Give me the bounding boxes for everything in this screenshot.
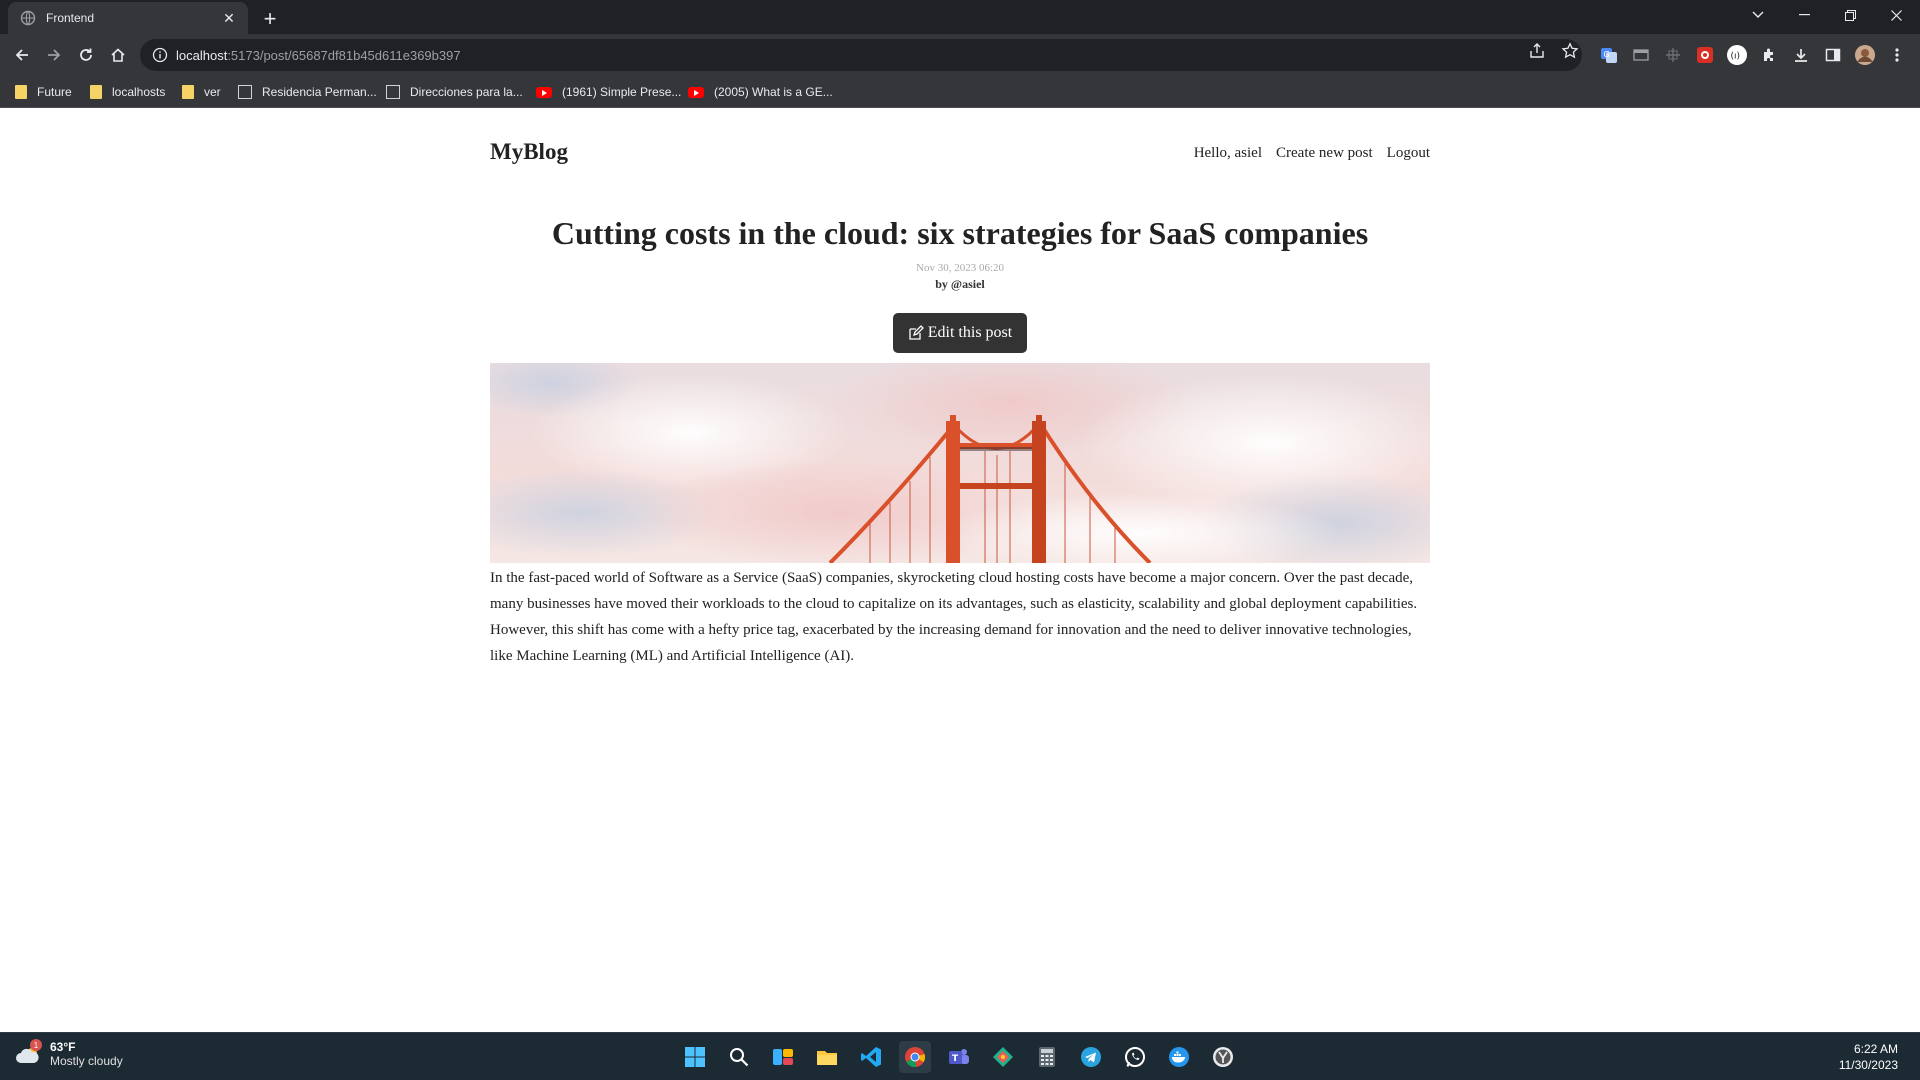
side-panel-icon[interactable] — [1822, 44, 1844, 66]
site-info-icon[interactable] — [152, 47, 168, 63]
tab-search-chevron-icon[interactable] — [1735, 0, 1781, 30]
download-icon[interactable] — [1790, 44, 1812, 66]
file-explorer-icon[interactable] — [811, 1041, 843, 1073]
clock-time: 6:22 AM — [1853, 1042, 1898, 1056]
bookmark-item[interactable]: localhosts — [90, 82, 165, 102]
site-logo[interactable]: MyBlog — [490, 139, 568, 165]
globe-icon — [20, 10, 36, 26]
chrome-icon[interactable] — [899, 1041, 931, 1073]
tab-title: Frontend — [46, 11, 95, 25]
browser-tab[interactable]: Frontend ✕ — [8, 2, 248, 34]
tab-close-icon[interactable]: ✕ — [220, 9, 238, 27]
forward-icon[interactable] — [40, 41, 68, 69]
post-cover-image — [490, 363, 1430, 563]
clock-date: 11/30/2023 — [1838, 1058, 1898, 1072]
nav-greeting: Hello, asiel — [1193, 145, 1263, 161]
weather-temp: 63°F — [50, 1040, 76, 1054]
home-icon[interactable] — [104, 41, 132, 69]
system-clock[interactable]: 6:22 AM 11/30/2023 — [1839, 1041, 1898, 1073]
post-date: Nov 30, 2023 06:20 — [916, 262, 1004, 274]
github-desktop-icon[interactable] — [1207, 1041, 1239, 1073]
docker-icon[interactable] — [1163, 1041, 1195, 1073]
post-title: Cutting costs in the cloud: six strategi… — [551, 215, 1369, 251]
radio-extension-icon[interactable]: (ı) — [1726, 44, 1748, 66]
search-icon[interactable] — [723, 1041, 755, 1073]
reload-icon[interactable] — [72, 41, 100, 69]
browser-toolbar: localhost:5173/post/65687df81b45d611e369… — [0, 34, 1920, 76]
windows-start-icon[interactable] — [679, 1041, 711, 1073]
crosshair-extension-icon[interactable] — [1662, 44, 1684, 66]
youtube-icon — [536, 86, 552, 98]
window-extension-icon[interactable] — [1630, 44, 1652, 66]
cloud-icon: 1 — [16, 1039, 42, 1065]
bookmarks-bar: Future localhosts ver Residencia Perman.… — [0, 76, 1920, 108]
bookmark-item[interactable]: (1961) Simple Prese... — [536, 82, 681, 102]
bookmark-label: ver — [204, 85, 221, 99]
folder-icon — [182, 85, 194, 99]
windows-taskbar: 1 63°F Mostly cloudy T 6:22 AM 11/30/202… — [0, 1032, 1920, 1080]
widgets-app-icon[interactable] — [767, 1041, 799, 1073]
doc-icon — [238, 85, 252, 99]
bookmark-item[interactable]: Future — [15, 82, 72, 102]
bookmark-label: Direcciones para la... — [410, 85, 523, 99]
bookmark-star-icon[interactable] — [1561, 42, 1579, 60]
bookmark-item[interactable]: Residencia Perman... — [238, 82, 377, 102]
translate-extension-icon[interactable]: G — [1598, 44, 1620, 66]
restore-icon[interactable] — [1827, 0, 1873, 30]
svg-text:(ı): (ı) — [1731, 52, 1741, 62]
folder-icon — [15, 85, 27, 99]
gitkraken-icon[interactable] — [987, 1041, 1019, 1073]
edit-icon — [909, 325, 924, 340]
bookmark-label: localhosts — [112, 85, 166, 99]
folder-icon — [90, 85, 102, 99]
bookmark-item[interactable]: Direcciones para la... — [386, 82, 523, 102]
vscode-icon[interactable] — [855, 1041, 887, 1073]
bookmark-label: Future — [37, 85, 72, 99]
weather-condition: Mostly cloudy — [50, 1054, 123, 1068]
share-icon[interactable] — [1528, 42, 1546, 60]
close-window-icon[interactable] — [1873, 0, 1919, 30]
calculator-icon[interactable] — [1031, 1041, 1063, 1073]
bookmark-label: Residencia Perman... — [262, 85, 377, 99]
post-content: In the fast-paced world of Software as a… — [490, 570, 1418, 664]
bookmark-label: (2005) What is a GE... — [714, 85, 833, 99]
url-path: :5173/post/65687df81b45d611e369b397 — [227, 47, 461, 63]
red-extension-icon[interactable] — [1694, 44, 1716, 66]
svg-text:T: T — [952, 1054, 959, 1064]
page-viewport: MyBlog Hello, asiel Create new post Logo… — [0, 109, 1920, 1031]
nav-create-post-link[interactable]: Create new post — [1276, 145, 1373, 162]
back-icon[interactable] — [8, 41, 36, 69]
extensions-puzzle-icon[interactable] — [1758, 44, 1780, 66]
bookmark-label: (1961) Simple Prese... — [562, 85, 682, 99]
doc-icon — [386, 85, 400, 99]
url-host: localhost — [176, 47, 228, 63]
minimize-icon[interactable] — [1781, 0, 1827, 30]
whatsapp-icon[interactable] — [1119, 1041, 1151, 1073]
telegram-icon[interactable] — [1075, 1041, 1107, 1073]
weather-widget[interactable]: 1 63°F Mostly cloudy — [16, 1039, 123, 1068]
weather-badge: 1 — [30, 1039, 42, 1051]
bookmark-item[interactable]: ver — [182, 82, 221, 102]
new-tab-button[interactable]: + — [256, 5, 284, 33]
site-nav: Hello, asiel Create new post Logout — [1194, 145, 1430, 162]
teams-icon[interactable]: T — [943, 1041, 975, 1073]
nav-logout-link[interactable]: Logout — [1387, 145, 1430, 162]
browser-tab-bar: Frontend ✕ + — [0, 0, 1920, 34]
post-author: by @asiel — [935, 277, 985, 291]
address-bar[interactable]: localhost:5173/post/65687df81b45d611e369… — [140, 39, 1582, 71]
profile-avatar-icon[interactable] — [1854, 44, 1876, 66]
svg-text:G: G — [1604, 50, 1610, 59]
bookmark-item[interactable]: (2005) What is a GE... — [688, 82, 833, 102]
kebab-menu-icon[interactable] — [1886, 44, 1908, 66]
edit-post-label: Edit this post — [927, 324, 1013, 341]
youtube-icon — [688, 86, 704, 98]
edit-post-button[interactable]: Edit this post — [893, 313, 1027, 353]
